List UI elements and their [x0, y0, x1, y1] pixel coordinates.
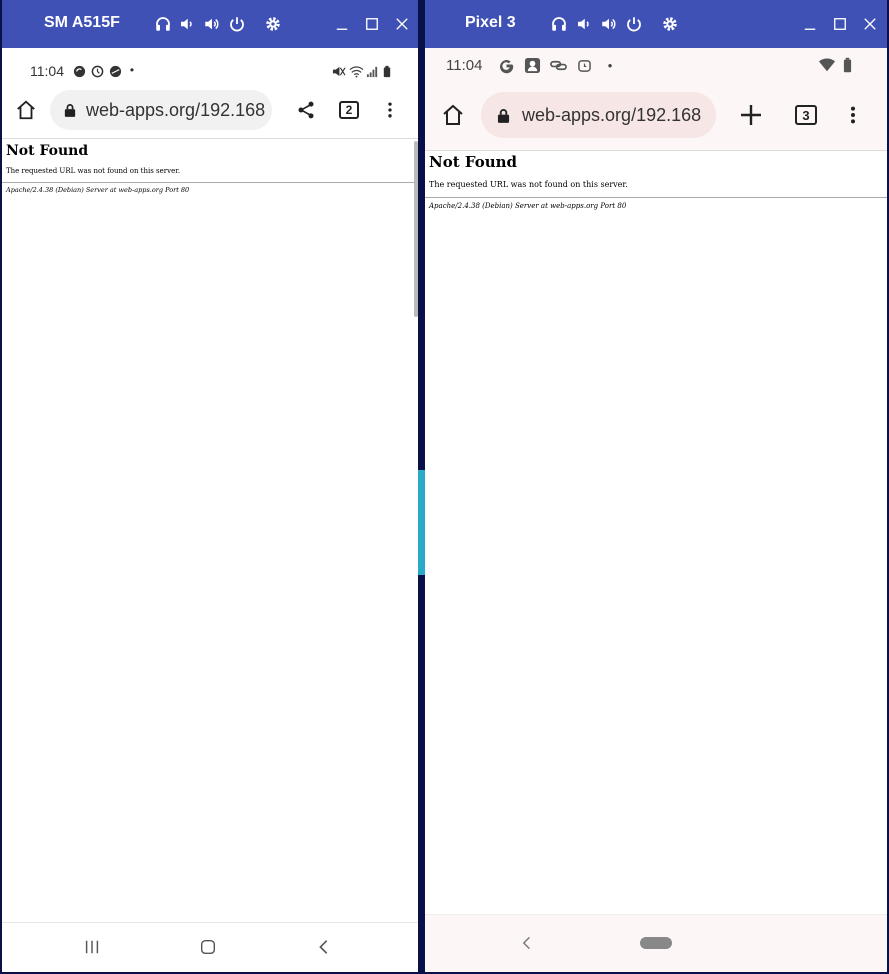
url-text: web-apps.org/192.168: [86, 99, 266, 120]
signal-icon: [365, 64, 379, 78]
phone-screen: 11:04 •: [425, 48, 887, 972]
close-icon[interactable]: [858, 12, 882, 36]
link-icon: [549, 56, 567, 74]
headphones-icon[interactable]: [547, 12, 571, 36]
scrollbar-thumb[interactable]: [414, 141, 418, 317]
wifi-icon: [348, 64, 364, 78]
sync-icon: [72, 64, 86, 78]
window-titlebar[interactable]: Pixel 3: [425, 0, 887, 48]
url-text: web-apps.org/192.168: [522, 104, 702, 125]
volume-up-icon[interactable]: [200, 12, 224, 36]
battery-icon: [382, 64, 392, 78]
volume-up-icon[interactable]: [597, 12, 621, 36]
desktop-background-strip: [418, 470, 425, 575]
data-saver-icon: [108, 64, 122, 78]
android-nav-bar: [2, 922, 418, 972]
page-message: The requested URL was not found on this …: [429, 180, 628, 189]
settings-gear-icon[interactable]: [261, 12, 285, 36]
lock-icon: [64, 103, 76, 117]
account-box-icon: [523, 56, 541, 74]
divider: [425, 197, 887, 198]
volume-down-icon[interactable]: [572, 12, 596, 36]
tab-switcher-button[interactable]: 3: [795, 105, 817, 125]
server-signature: Apache/2.4.38 (Debian) Server at web-app…: [429, 202, 627, 210]
back-nav-icon[interactable]: [517, 933, 537, 953]
server-signature: Apache/2.4.38 (Debian) Server at web-app…: [6, 186, 190, 194]
page-message: The requested URL was not found on this …: [6, 167, 181, 175]
minimize-icon[interactable]: [798, 12, 822, 36]
device-window-pixel-3: Pixel 3 11:04 • web-apps.org/192.168 3 N…: [425, 0, 887, 972]
status-bar: 11:04 •: [425, 54, 887, 78]
address-bar[interactable]: web-apps.org/192.168: [50, 90, 272, 130]
device-name: Pixel 3: [465, 14, 516, 31]
power-icon[interactable]: [622, 12, 646, 36]
close-icon[interactable]: [390, 12, 414, 36]
lock-icon: [497, 108, 510, 123]
minimize-icon[interactable]: [330, 12, 354, 36]
maximize-icon[interactable]: [828, 12, 852, 36]
android-nav-bar: [425, 914, 887, 972]
home-nav-icon[interactable]: [198, 937, 218, 957]
google-icon: [497, 56, 515, 74]
clock-alarm-icon: [576, 57, 592, 73]
more-menu-icon[interactable]: [378, 98, 402, 122]
phone-screen: 11:04 •: [2, 48, 418, 972]
address-bar[interactable]: web-apps.org/192.168: [481, 92, 716, 138]
more-menu-icon[interactable]: [840, 102, 866, 128]
volume-down-icon[interactable]: [175, 12, 199, 36]
tab-switcher-button[interactable]: 2: [339, 101, 359, 119]
device-window-sm-a515f: SM A515F 11:04 • web-apps.org/192.168 2 …: [2, 0, 418, 972]
page-content: Not Found The requested URL was not foun…: [425, 150, 887, 914]
status-time: 11:04: [30, 63, 64, 79]
maximize-icon[interactable]: [360, 12, 384, 36]
device-name: SM A515F: [44, 14, 120, 31]
notification-dot: •: [129, 63, 135, 77]
mute-icon: [330, 64, 346, 78]
status-time: 11:04: [446, 57, 483, 74]
power-icon[interactable]: [225, 12, 249, 36]
share-icon[interactable]: [294, 98, 318, 122]
page-heading: Not Found: [6, 143, 89, 159]
headphones-icon[interactable]: [151, 12, 175, 36]
settings-gear-icon[interactable]: [658, 12, 682, 36]
back-nav-icon[interactable]: [314, 937, 334, 957]
page-heading: Not Found: [429, 153, 518, 171]
recent-apps-icon[interactable]: [82, 937, 102, 957]
home-icon[interactable]: [14, 98, 38, 122]
browser-toolbar: web-apps.org/192.168 3: [425, 86, 887, 144]
new-tab-icon[interactable]: [738, 102, 764, 128]
page-content: Not Found The requested URL was not foun…: [2, 138, 418, 922]
notification-dot: •: [607, 57, 613, 73]
battery-icon: [841, 56, 853, 74]
status-bar: 11:04 •: [2, 60, 418, 82]
home-icon[interactable]: [440, 102, 466, 128]
wifi-icon: [817, 56, 837, 74]
home-pill-icon[interactable]: [639, 936, 673, 950]
browser-toolbar: web-apps.org/192.168 2: [2, 84, 418, 136]
divider: [2, 182, 418, 183]
clock-alarm-icon: [90, 64, 104, 78]
window-titlebar[interactable]: SM A515F: [2, 0, 418, 48]
